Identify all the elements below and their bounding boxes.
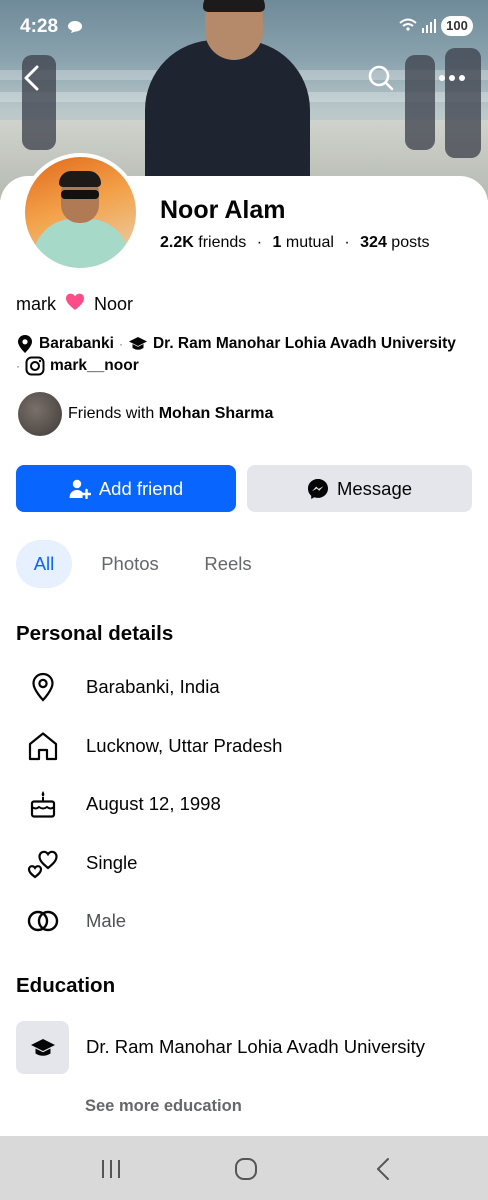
- personal-details-title: Personal details: [16, 622, 174, 645]
- message-label: Message: [336, 477, 413, 499]
- home-icon: [24, 727, 62, 765]
- friends-label[interactable]: friends: [198, 234, 246, 251]
- detail-row-gender[interactable]: Male: [0, 901, 488, 941]
- profile-name: Noor Alam: [160, 196, 286, 224]
- more-dots-icon: [439, 75, 465, 81]
- profile-avatar[interactable]: [21, 153, 140, 272]
- system-navigation-bar: [0, 1136, 488, 1200]
- add-friend-icon: [69, 479, 91, 499]
- add-friend-button[interactable]: Add friend: [16, 465, 236, 512]
- recent-apps-button[interactable]: [96, 1154, 126, 1184]
- intro-line-2: · mark__noor: [16, 356, 139, 376]
- tab-photos[interactable]: Photos: [92, 540, 168, 588]
- home-circle-icon: [235, 1158, 257, 1180]
- tab-reels[interactable]: Reels: [196, 540, 260, 588]
- mutual-label[interactable]: mutual: [286, 234, 334, 251]
- profile-stats: 2.2K friends · 1 mutual · 324 posts: [160, 234, 430, 251]
- mutual-count[interactable]: 1: [273, 234, 282, 251]
- detail-row-birthday[interactable]: August 12, 1998: [0, 784, 488, 824]
- profile-bio: mark Noor: [16, 292, 133, 315]
- wifi-signal-icon: [399, 18, 436, 33]
- mutual-friend-name[interactable]: Mohan Sharma: [159, 405, 274, 422]
- posts-label: posts: [391, 234, 430, 251]
- battery-indicator: 100: [441, 16, 473, 36]
- education-title: Education: [16, 974, 116, 997]
- graduation-cap-icon: [30, 1038, 55, 1056]
- friends-count[interactable]: 2.2K: [160, 234, 194, 251]
- instagram-icon: [25, 356, 45, 376]
- mutual-friend-row[interactable]: Friends with Mohan Sharma: [18, 392, 273, 436]
- intro-line-1: Barabanki · Dr. Ram Manohar Lohia Avadh …: [16, 334, 456, 354]
- system-back-button[interactable]: [368, 1154, 398, 1184]
- detail-row-current-city[interactable]: Barabanki, India: [0, 667, 488, 707]
- posts-count: 324: [360, 234, 387, 251]
- status-bar: 4:28 100: [0, 0, 488, 52]
- add-friend-label: Add friend: [98, 477, 184, 499]
- back-chevron-icon: [377, 1158, 389, 1180]
- message-button[interactable]: Message: [247, 465, 472, 512]
- chevron-left-icon: [24, 65, 39, 91]
- location-pin-icon: [16, 334, 34, 354]
- intro-instagram[interactable]: mark__noor: [50, 357, 139, 375]
- status-time: 4:28: [20, 16, 59, 37]
- bio-text-left: mark: [16, 294, 56, 314]
- tab-all[interactable]: All: [16, 540, 72, 588]
- detail-row-hometown[interactable]: Lucknow, Uttar Pradesh: [0, 726, 488, 766]
- messenger-icon: [307, 478, 328, 499]
- graduation-cap-icon: [128, 336, 148, 352]
- bio-text-right: Noor: [94, 294, 134, 314]
- mutual-friend-avatar[interactable]: [18, 392, 62, 436]
- chat-notification-icon: [68, 21, 82, 33]
- back-button[interactable]: [12, 58, 52, 98]
- education-icon-box[interactable]: [16, 1021, 69, 1074]
- birthday-cake-icon: [24, 785, 62, 823]
- more-options-button[interactable]: [432, 58, 472, 98]
- detail-relationship: Single: [86, 852, 138, 873]
- detail-hometown: Lucknow, Uttar Pradesh: [86, 735, 283, 756]
- detail-row-relationship[interactable]: Single: [0, 843, 488, 883]
- see-more-education-link[interactable]: See more education: [85, 1097, 242, 1116]
- intro-location[interactable]: Barabanki: [39, 335, 114, 353]
- education-school[interactable]: Dr. Ram Manohar Lohia Avadh University: [86, 1036, 425, 1058]
- home-button[interactable]: [231, 1154, 261, 1184]
- recent-apps-icon: [102, 1160, 120, 1178]
- gender-rings-icon: [24, 902, 62, 940]
- heart-icon: [66, 293, 85, 310]
- location-pin-icon: [24, 668, 62, 706]
- search-icon: [368, 65, 394, 91]
- detail-gender: Male: [86, 910, 127, 931]
- intro-education[interactable]: Dr. Ram Manohar Lohia Avadh University: [153, 335, 456, 353]
- mutual-prefix: Friends with: [68, 405, 155, 422]
- hearts-icon: [24, 844, 62, 882]
- search-button[interactable]: [361, 58, 401, 98]
- detail-current-city: Barabanki, India: [86, 676, 220, 697]
- detail-birthday: August 12, 1998: [86, 793, 221, 814]
